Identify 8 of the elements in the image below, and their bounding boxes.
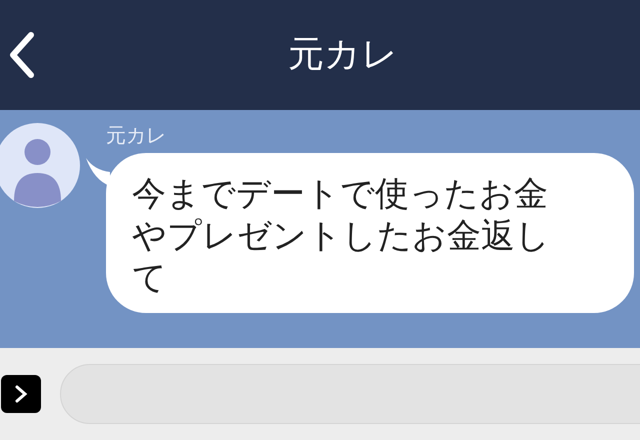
message-input[interactable] — [60, 364, 640, 424]
sender-name: 元カレ — [106, 123, 167, 147]
chevron-right-icon — [14, 384, 28, 404]
expand-button[interactable] — [1, 375, 41, 413]
chat-title: 元カレ — [288, 33, 398, 77]
message-text: 今までデートで使ったお金やプレゼントしたお金返して — [132, 173, 551, 299]
back-icon — [7, 31, 37, 79]
avatar-icon — [0, 123, 80, 208]
